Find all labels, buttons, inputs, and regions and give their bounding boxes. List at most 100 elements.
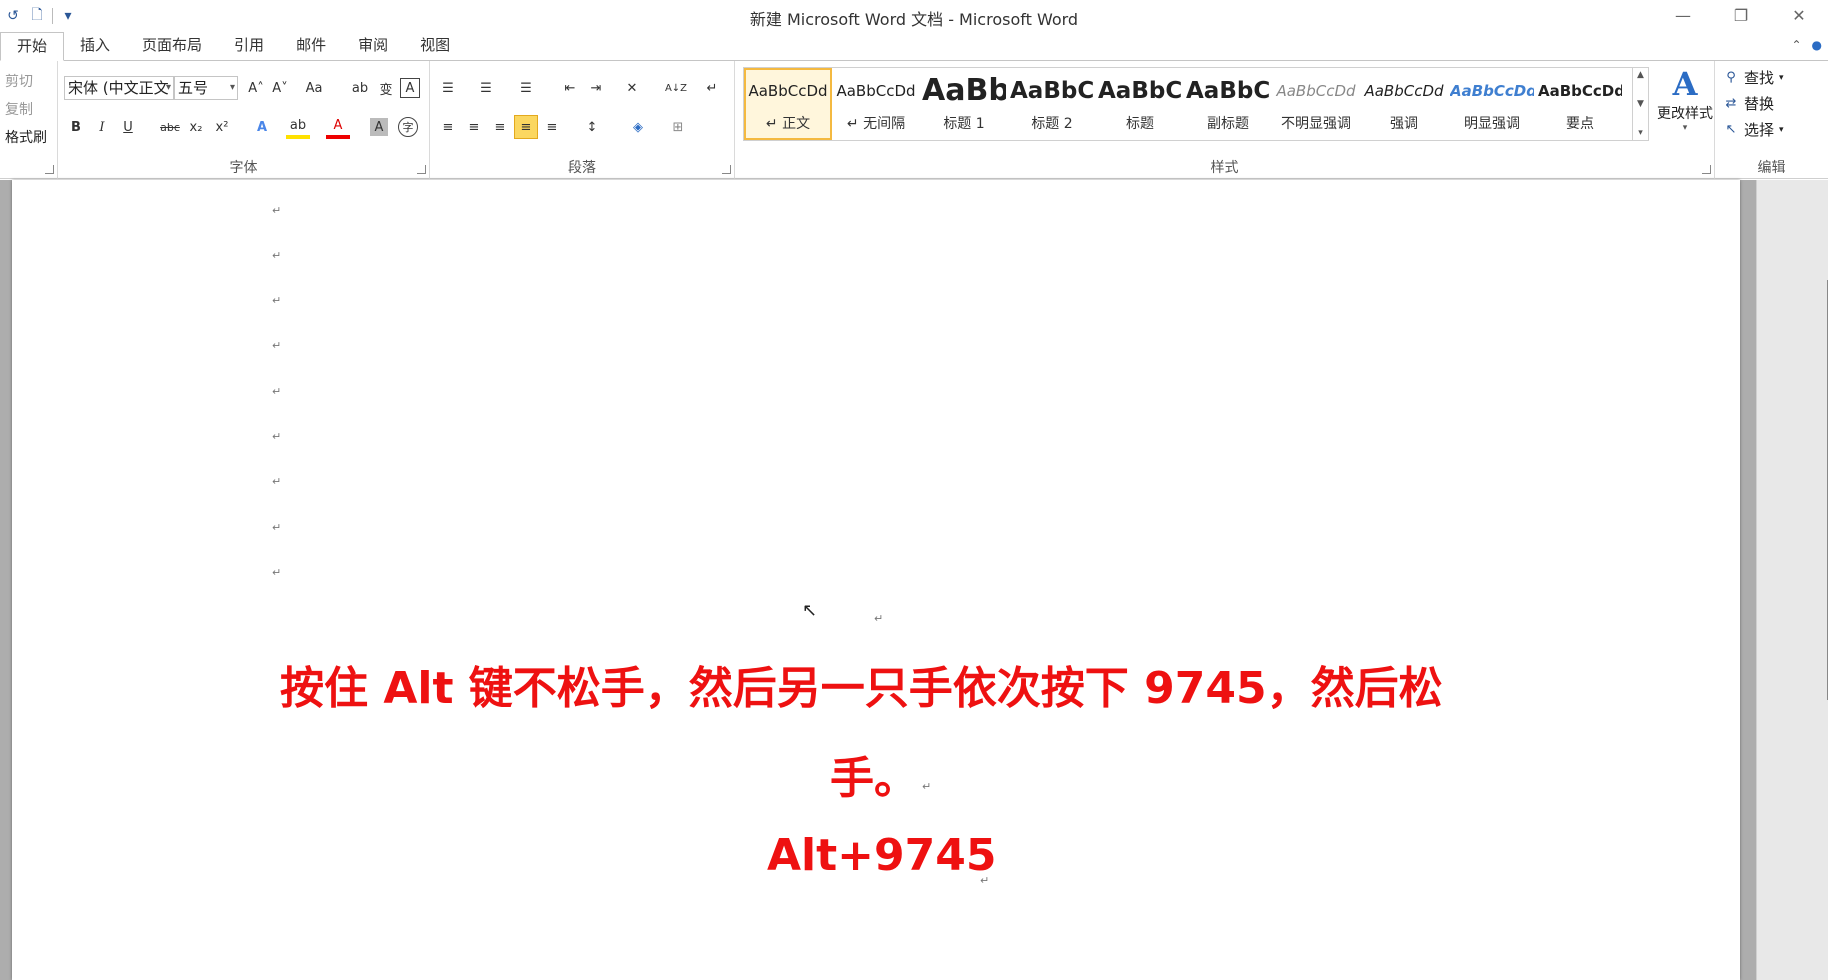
change-case-button[interactable]: Aa	[302, 76, 326, 100]
font-color-button[interactable]: A	[326, 115, 350, 139]
distributed-button[interactable]: ≡	[540, 115, 564, 139]
copy-button[interactable]: 复制	[5, 99, 33, 119]
sort-button[interactable]: A↓Z	[664, 76, 688, 100]
document-area: ↵ ↵ ↵ ↵ ↵ ↵ ↵ ↵ ↵ ↵ 按住 Alt 键不松手，然后另一只手依次…	[0, 180, 1828, 980]
paragraph-mark: ↵	[272, 475, 282, 488]
paragraph-mark: ↵	[272, 339, 282, 352]
paragraph-mark: ↵	[272, 566, 282, 579]
align-center-button[interactable]: ≡	[462, 115, 486, 139]
align-right-button[interactable]: ≡	[488, 115, 512, 139]
style-subtitle[interactable]: AaBbC 副标题	[1184, 68, 1272, 140]
numbering-button[interactable]: ☰	[474, 76, 498, 100]
char-shading-button[interactable]: A	[370, 118, 388, 136]
highlight-button[interactable]: ab	[286, 115, 310, 139]
style-name: 标题 2	[1031, 116, 1073, 132]
multilevel-list-button[interactable]: ☰	[514, 76, 538, 100]
style-preview: AaBbCcDd	[1364, 82, 1444, 100]
style-heading-1[interactable]: AaBb 标题 1	[920, 68, 1008, 140]
char-border-button[interactable]: A	[400, 78, 420, 98]
styles-launcher[interactable]	[1702, 165, 1711, 174]
replace-button[interactable]: ⇄ 替换	[1723, 93, 1774, 114]
tab-insert[interactable]: 插入	[64, 32, 126, 60]
clipboard-group: 剪切 复制 格式刷	[0, 61, 58, 179]
format-painter-button[interactable]: 格式刷	[5, 127, 47, 147]
paragraph-mark: ↵	[272, 249, 282, 262]
bold-button[interactable]: B	[64, 115, 88, 139]
enclose-chars-button[interactable]: 字	[398, 117, 418, 137]
style-gallery-scroll[interactable]: ▲ ▼ ▾	[1633, 67, 1649, 141]
tab-review[interactable]: 审阅	[342, 32, 404, 60]
style-title[interactable]: AaBbC 标题	[1096, 68, 1184, 140]
editing-group: ⚲ 查找 ▾ ⇄ 替换 ↖ 选择 ▾ 编辑	[1715, 61, 1828, 179]
bullets-button[interactable]: ☰	[436, 76, 460, 100]
style-name: 标题 1	[943, 116, 985, 132]
phonetic-guide-button[interactable]: 变	[374, 76, 398, 100]
chevron-down-icon: ▾	[229, 82, 235, 93]
underline-button[interactable]: U	[116, 115, 140, 139]
expand-gallery-icon[interactable]: ▾	[1638, 128, 1643, 138]
tab-view[interactable]: 视图	[404, 32, 466, 60]
line-spacing-button[interactable]: ↕	[580, 115, 604, 139]
style-subtle-emphasis[interactable]: AaBbCcDd 不明显强调	[1272, 68, 1360, 140]
clear-format-button[interactable]: ab	[348, 76, 372, 100]
style-heading-2[interactable]: AaBbC 标题 2	[1008, 68, 1096, 140]
strikethrough-button[interactable]: abc	[158, 115, 182, 139]
ribbon-right-controls: ⌃ ●	[1791, 38, 1822, 52]
paragraph-launcher[interactable]	[722, 165, 731, 174]
chevron-down-icon[interactable]: ▼	[1637, 99, 1644, 109]
chevron-down-icon: ▾	[1682, 123, 1688, 133]
restore-button[interactable]: ❐	[1712, 0, 1770, 30]
cut-button[interactable]: 剪切	[5, 71, 33, 91]
style-preview: AaBb	[922, 75, 1006, 107]
text-effect-button[interactable]: A	[250, 115, 274, 139]
subscript-button[interactable]: x₂	[184, 115, 208, 139]
help-icon[interactable]: ●	[1812, 38, 1822, 52]
tab-references[interactable]: 引用	[218, 32, 280, 60]
style-preview: AaBbCcDd	[748, 82, 828, 100]
window-controls: — ❐ ✕	[1654, 0, 1828, 30]
chevron-down-icon: ▾	[165, 82, 171, 93]
shrink-font-button[interactable]: A˅	[268, 76, 292, 100]
font-launcher[interactable]	[417, 165, 426, 174]
tab-page-layout[interactable]: 页面布局	[126, 32, 218, 60]
instruction-line-2: 手。	[830, 753, 918, 804]
font-name-combo[interactable]: 宋体 (中文正文 ▾	[64, 76, 174, 100]
minimize-button[interactable]: —	[1654, 0, 1712, 30]
change-styles-label: 更改样式	[1657, 106, 1713, 122]
tab-mailings[interactable]: 邮件	[280, 32, 342, 60]
document-page[interactable]: ↵ ↵ ↵ ↵ ↵ ↵ ↵ ↵ ↵ ↵ 按住 Alt 键不松手，然后另一只手依次…	[12, 180, 1740, 980]
decrease-indent-button[interactable]: ⇤	[558, 76, 582, 100]
tab-home[interactable]: 开始	[0, 32, 65, 61]
superscript-button[interactable]: x²	[210, 115, 234, 139]
increase-indent-button[interactable]: ⇥	[584, 76, 608, 100]
chevron-down-icon: ▾	[1779, 124, 1784, 135]
style-preview: AaBbCcDd	[1450, 82, 1534, 100]
justify-button[interactable]: ≡	[514, 115, 538, 139]
cjk-layout-button[interactable]: ✕	[620, 76, 644, 100]
minimize-ribbon-icon[interactable]: ⌃	[1791, 38, 1801, 52]
select-button[interactable]: ↖ 选择 ▾	[1723, 119, 1784, 140]
clipboard-launcher[interactable]	[45, 165, 54, 174]
style-strong[interactable]: AaBbCcDd 要点	[1536, 68, 1624, 140]
chevron-up-icon[interactable]: ▲	[1637, 70, 1644, 80]
change-styles-button[interactable]: A 更改样式 ▾	[1653, 65, 1717, 149]
vertical-scrollbar[interactable]	[1756, 180, 1828, 980]
paragraph-mark: ↵	[272, 521, 282, 534]
close-button[interactable]: ✕	[1770, 0, 1828, 30]
find-button[interactable]: ⚲ 查找 ▾	[1723, 67, 1783, 88]
font-group-label: 字体	[229, 160, 258, 176]
style-intense-emphasis[interactable]: AaBbCcDd 明显强调	[1448, 68, 1536, 140]
style-normal[interactable]: AaBbCcDd ↵ 正文	[744, 68, 832, 140]
grow-font-button[interactable]: A˄	[244, 76, 268, 100]
align-left-button[interactable]: ≡	[436, 115, 460, 139]
show-marks-button[interactable]: ↵	[700, 76, 724, 100]
font-size-combo[interactable]: 五号 ▾	[174, 76, 238, 100]
style-emphasis[interactable]: AaBbCcDd 强调	[1360, 68, 1448, 140]
style-no-spacing[interactable]: AaBbCcDd ↵ 无间隔	[832, 68, 920, 140]
borders-button[interactable]: ⊞	[666, 115, 690, 139]
cursor-icon: ↖	[1725, 122, 1737, 137]
italic-button[interactable]: I	[90, 115, 114, 139]
shading-button[interactable]: ◈	[626, 115, 650, 139]
replace-label: 替换	[1744, 95, 1775, 113]
style-name: 副标题	[1207, 116, 1249, 132]
